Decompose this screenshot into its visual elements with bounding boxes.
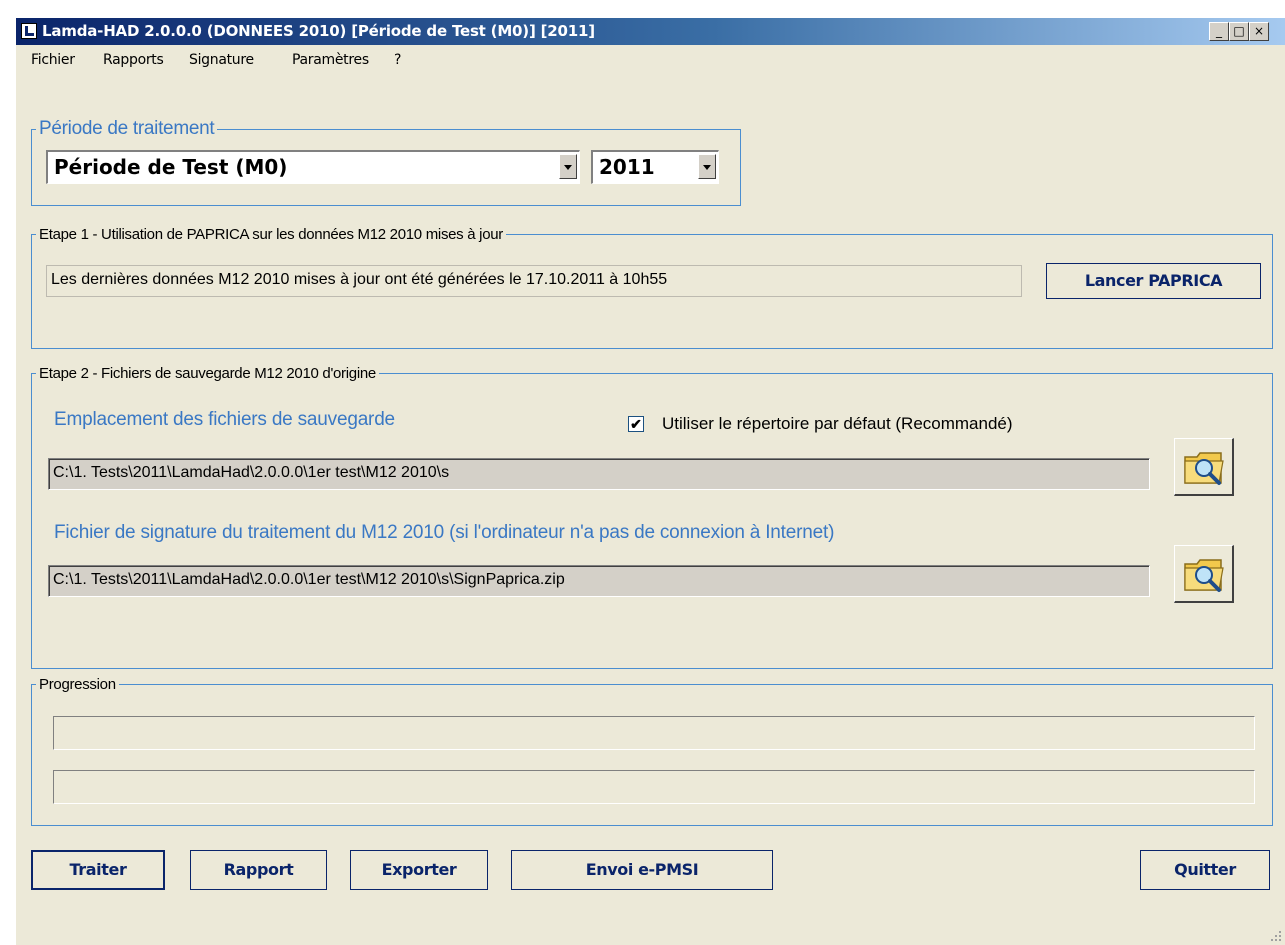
location-title: Emplacement des fichiers de sauvegarde bbox=[54, 409, 395, 430]
default-dir-checkbox[interactable]: ✔ bbox=[628, 416, 644, 432]
window-title: Lamda-HAD 2.0.0.0 (DONNEES 2010) [Périod… bbox=[42, 22, 595, 40]
progress-bar-1 bbox=[53, 716, 1255, 750]
traiter-button[interactable]: Traiter bbox=[31, 850, 165, 890]
progression-legend: Progression bbox=[39, 676, 116, 693]
main-window: Lamda-HAD 2.0.0.0 (DONNEES 2010) [Périod… bbox=[16, 18, 1285, 945]
minimize-button[interactable]: _ bbox=[1209, 22, 1229, 41]
browse-signature-button[interactable] bbox=[1174, 545, 1234, 603]
signature-path-field[interactable]: C:\1. Tests\2011\LamdaHad\2.0.0.0\1er te… bbox=[48, 565, 1150, 597]
location-path-field[interactable]: C:\1. Tests\2011\LamdaHad\2.0.0.0\1er te… bbox=[48, 458, 1150, 490]
menu-parametres[interactable]: Paramètres bbox=[292, 52, 369, 68]
etape1-legend: Etape 1 - Utilisation de PAPRICA sur les… bbox=[39, 226, 503, 243]
app-icon[interactable] bbox=[21, 23, 37, 39]
folder-search-icon bbox=[1184, 452, 1224, 485]
exporter-button[interactable]: Exporter bbox=[350, 850, 488, 890]
year-select[interactable]: 2011 bbox=[591, 150, 719, 184]
envoi-epmsi-button[interactable]: Envoi e-PMSI bbox=[511, 850, 773, 890]
paprica-status: Les dernières données M12 2010 mises à j… bbox=[46, 265, 1022, 297]
maximize-button[interactable]: □ bbox=[1229, 22, 1249, 41]
rapport-button[interactable]: Rapport bbox=[190, 850, 327, 890]
folder-search-icon bbox=[1184, 559, 1224, 592]
lancer-paprica-button[interactable]: Lancer PAPRICA bbox=[1046, 263, 1261, 299]
year-dropdown-arrow-icon[interactable] bbox=[698, 154, 716, 179]
year-select-value: 2011 bbox=[599, 155, 655, 179]
close-button[interactable]: × bbox=[1249, 22, 1269, 41]
menu-rapports[interactable]: Rapports bbox=[103, 52, 164, 68]
etape2-legend: Etape 2 - Fichiers de sauvegarde M12 201… bbox=[39, 365, 376, 382]
menu-signature[interactable]: Signature bbox=[189, 52, 254, 68]
progress-bar-2 bbox=[53, 770, 1255, 804]
period-select[interactable]: Période de Test (M0) bbox=[46, 150, 580, 184]
signature-title: Fichier de signature du traitement du M1… bbox=[54, 522, 835, 543]
menu-bar: Fichier Rapports Signature Paramètres ? bbox=[16, 45, 1285, 73]
quitter-button[interactable]: Quitter bbox=[1140, 850, 1270, 890]
title-bar[interactable]: Lamda-HAD 2.0.0.0 (DONNEES 2010) [Périod… bbox=[16, 18, 1285, 45]
menu-fichier[interactable]: Fichier bbox=[31, 52, 75, 68]
period-dropdown-arrow-icon[interactable] bbox=[559, 154, 577, 179]
browse-location-button[interactable] bbox=[1174, 438, 1234, 496]
menu-help[interactable]: ? bbox=[394, 52, 401, 68]
default-dir-label[interactable]: Utiliser le répertoire par défaut (Recom… bbox=[662, 414, 1013, 434]
periode-legend: Période de traitement bbox=[39, 118, 215, 139]
resize-grip-icon[interactable] bbox=[1270, 930, 1282, 942]
check-icon: ✔ bbox=[630, 416, 642, 432]
period-select-value: Période de Test (M0) bbox=[54, 155, 288, 179]
